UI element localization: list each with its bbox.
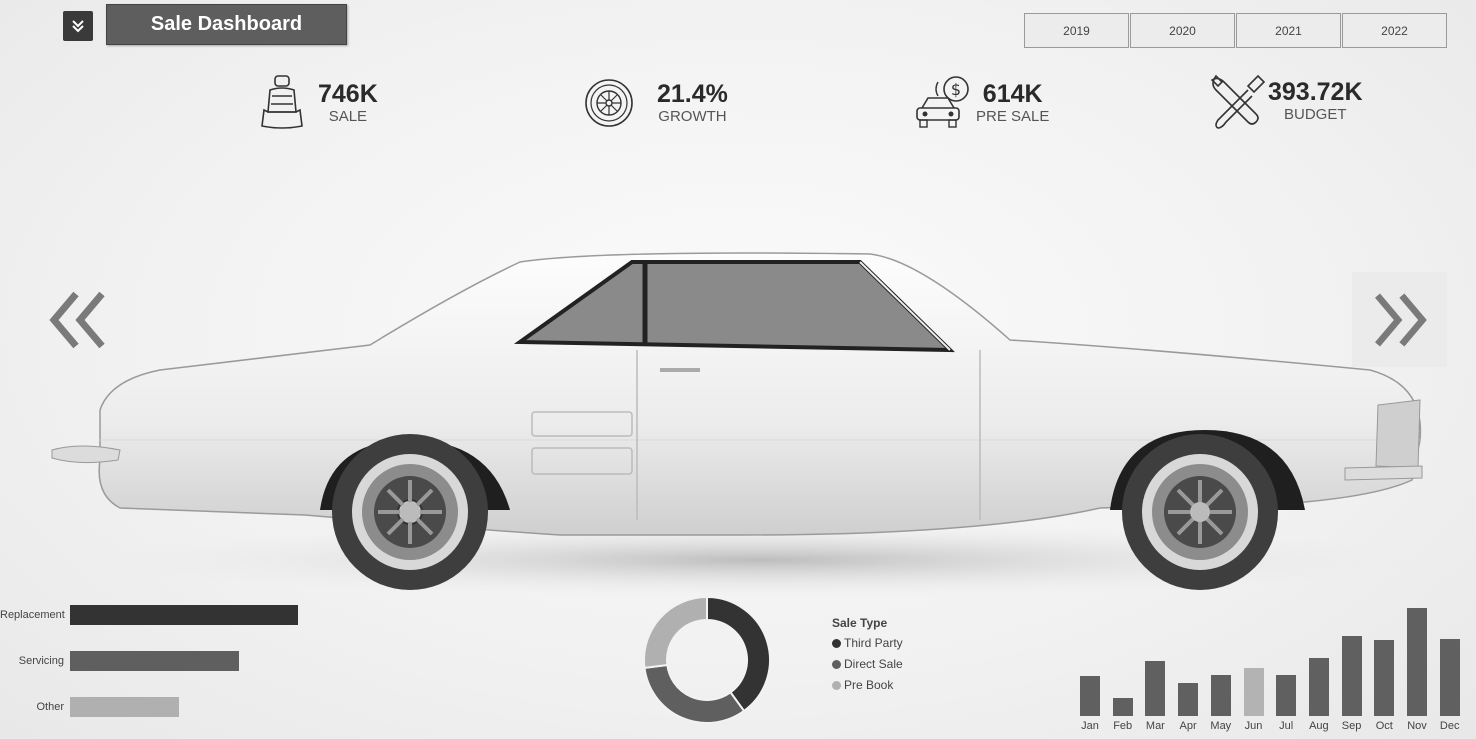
legend-label: Third Party (844, 636, 903, 650)
service-bar (70, 697, 180, 717)
legend-dot (832, 659, 841, 669)
month-bar-jan[interactable] (1080, 676, 1100, 716)
month-bar-jul[interactable] (1276, 675, 1297, 716)
kpi-budget-label: BUDGET (1284, 106, 1347, 123)
service-bar (70, 651, 239, 671)
wrench-screwdriver-icon (1210, 74, 1266, 129)
month-label: Sep (1341, 720, 1362, 732)
kpi-growth: 21.4% GROWTH (584, 78, 728, 128)
month-label: Oct (1375, 720, 1393, 732)
donut-slice-third-party[interactable] (706, 595, 771, 713)
legend-item-pre-book[interactable]: Pre Book (832, 678, 903, 692)
car-dollar-icon: $ (916, 76, 969, 128)
svg-text:$: $ (951, 80, 961, 99)
kpi-budget-value: 393.72K (1268, 78, 1363, 106)
month-bar-jun[interactable] (1243, 667, 1264, 716)
car-image (51, 252, 1440, 600)
front-wheel (332, 434, 488, 590)
month-bar-mar[interactable] (1145, 661, 1166, 716)
service-bar-label: Other (36, 701, 64, 713)
year-button-2022[interactable]: 2022 (1342, 13, 1447, 48)
month-bar-dec[interactable] (1439, 638, 1460, 716)
year-button-2019[interactable]: 2019 (1024, 13, 1129, 48)
sale-type-donut-chart[interactable] (640, 593, 774, 727)
month-bar-may[interactable] (1210, 675, 1231, 716)
menu-button[interactable] (63, 11, 93, 41)
month-bar-sep[interactable] (1341, 635, 1362, 716)
legend-label: Pre Book (844, 678, 894, 692)
service-bar-label: Replacement (0, 609, 65, 621)
service-bar-row-replacement[interactable]: Replacement (0, 604, 298, 626)
month-label: Jul (1279, 720, 1294, 732)
kpi-sale-value: 746K (318, 80, 378, 108)
month-label: Feb (1113, 720, 1133, 732)
kpi-sale-label: SALE (328, 108, 368, 125)
month-bar-nov[interactable] (1407, 607, 1427, 716)
year-filter: 2019 2020 2021 2022 (1024, 13, 1448, 48)
sale-type-legend: Sale Type Third Party Direct Sale Pre Bo… (832, 616, 903, 699)
service-bar (70, 605, 298, 625)
legend-dot (832, 638, 841, 648)
donut-slice-direct-sale[interactable] (643, 663, 746, 724)
rear-wheel (1122, 434, 1278, 590)
kpi-growth-label: GROWTH (658, 108, 727, 125)
service-bar-row-servicing[interactable]: Servicing (0, 650, 239, 672)
legend-title: Sale Type (832, 616, 888, 630)
monthly-sales-column-chart: Jan Feb Mar Apr May Jun Jul Aug Sep Oct Nov Dec (1074, 600, 1466, 739)
month-bar-oct[interactable] (1374, 639, 1395, 716)
double-chevron-down-icon (72, 20, 84, 33)
tire-icon (585, 79, 633, 127)
kpi-pre-sale: $ 614K PRE SALE (914, 74, 1049, 132)
legend-label: Direct Sale (844, 657, 903, 671)
month-bar-apr[interactable] (1178, 682, 1199, 716)
month-bar-feb[interactable] (1112, 697, 1133, 716)
kpi-growth-value: 21.4% (657, 80, 728, 108)
year-button-2021[interactable]: 2021 (1236, 13, 1341, 48)
legend-dot (832, 680, 841, 690)
month-label: Nov (1407, 720, 1427, 732)
service-bar-row-other[interactable]: Other (0, 696, 180, 718)
kpi-pre-sale-label: PRE SALE (976, 108, 1050, 125)
donut-slice-pre-book[interactable] (643, 595, 708, 670)
dashboard-title[interactable]: Sale Dashboard (106, 4, 347, 45)
month-label: Mar (1145, 720, 1165, 732)
month-label: Dec (1439, 720, 1460, 732)
month-label: Apr (1179, 720, 1197, 732)
service-bar-label: Servicing (18, 655, 64, 667)
kpi-sale: 746K SALE (258, 74, 378, 132)
month-label: May (1210, 720, 1232, 732)
month-label: Jan (1081, 720, 1099, 732)
month-bar-aug[interactable] (1308, 658, 1329, 716)
month-label: Aug (1309, 720, 1329, 732)
legend-item-third-party[interactable]: Third Party (832, 636, 903, 650)
kpi-budget: 393.72K BUDGET (1208, 72, 1363, 130)
legend-item-direct-sale[interactable]: Direct Sale (832, 657, 903, 671)
kpi-pre-sale-value: 614K (982, 80, 1043, 108)
car-seat-icon (261, 75, 303, 129)
month-label: Jun (1244, 720, 1263, 732)
year-button-2020[interactable]: 2020 (1130, 13, 1235, 48)
